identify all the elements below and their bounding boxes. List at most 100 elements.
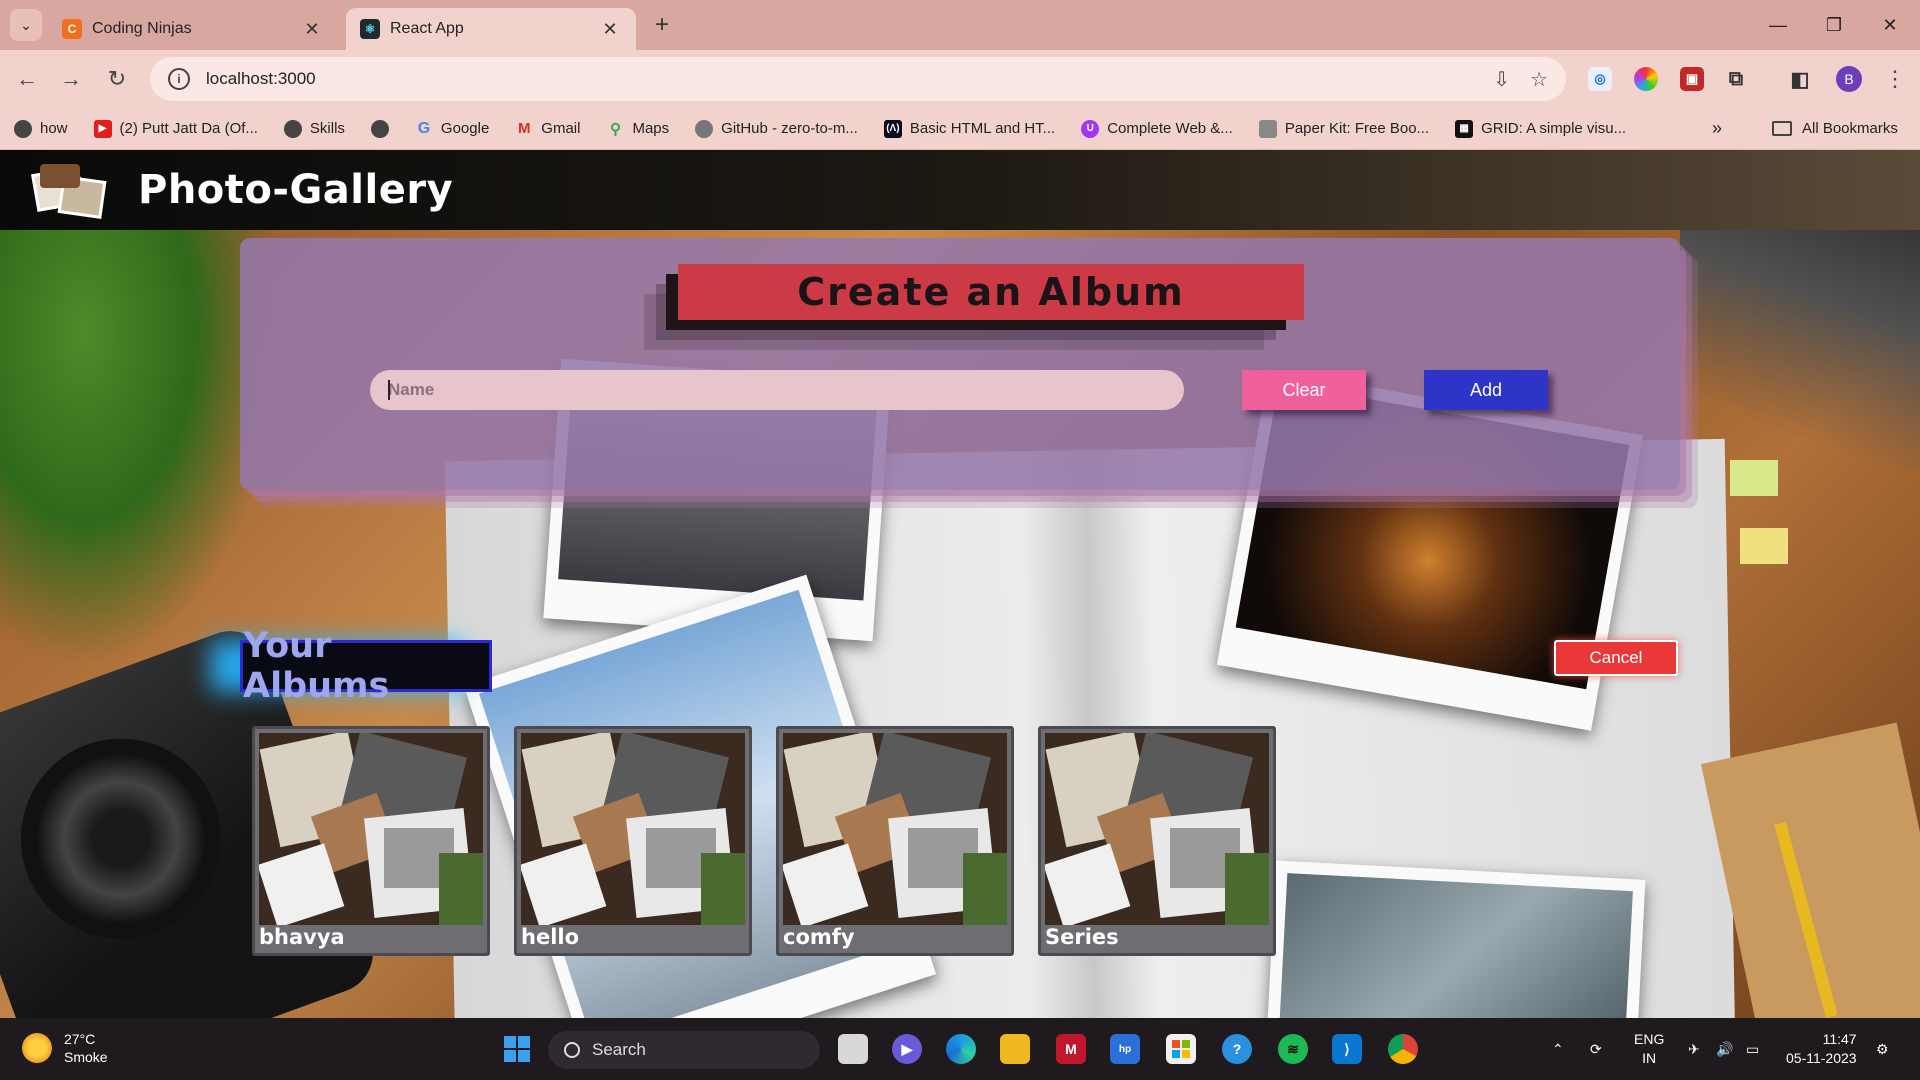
- airplane-icon[interactable]: ✈: [1688, 1018, 1700, 1080]
- create-album-heading-wrap: Create an Album: [644, 264, 1304, 352]
- tab-strip: ⌄ C Coding Ninjas ✕ ⚛ React App ✕ + — ❐ …: [0, 0, 1920, 50]
- freecodecamp-icon: (Λ): [883, 119, 902, 138]
- task-view-icon[interactable]: [838, 1034, 868, 1064]
- bookmark-item[interactable]: ▦ GRID: A simple visu...: [1455, 119, 1627, 138]
- github-icon: [695, 119, 714, 138]
- album-name: Series: [1045, 925, 1119, 949]
- add-button[interactable]: Add: [1424, 370, 1548, 410]
- language-indicator[interactable]: ENG IN: [1634, 1030, 1664, 1068]
- language-line1: ENG: [1634, 1031, 1665, 1047]
- weather-text: 27°C Smoke: [64, 1030, 108, 1066]
- album-card[interactable]: Series: [1038, 726, 1276, 956]
- more-bookmarks-icon[interactable]: »: [1712, 118, 1722, 139]
- bookmark-item[interactable]: [370, 119, 389, 138]
- sync-icon[interactable]: ⟳: [1590, 1018, 1602, 1080]
- minimize-icon[interactable]: —: [1758, 10, 1798, 40]
- bookmark-label: GRID: A simple visu...: [1481, 120, 1627, 137]
- album-card[interactable]: hello: [514, 726, 752, 956]
- teams-chat-icon[interactable]: ▶: [892, 1034, 922, 1064]
- tab-title: React App: [390, 20, 464, 37]
- globe-icon: [370, 119, 389, 138]
- site-info-icon[interactable]: i: [168, 68, 190, 90]
- bookmark-label: GitHub - zero-to-m...: [721, 120, 858, 137]
- album-card[interactable]: bhavya: [252, 726, 490, 956]
- all-bookmarks-button[interactable]: All Bookmarks: [1772, 120, 1898, 137]
- close-icon[interactable]: ✕: [598, 19, 622, 40]
- extensions-puzzle-icon[interactable]: ⧉: [1724, 67, 1748, 91]
- clear-button[interactable]: Clear: [1242, 370, 1366, 410]
- react-favicon-icon: ⚛: [360, 19, 380, 39]
- your-albums-heading-text: Your Albums: [243, 626, 390, 706]
- bookmark-star-icon[interactable]: ☆: [1530, 67, 1548, 92]
- edge-icon[interactable]: [946, 1034, 976, 1064]
- help-icon[interactable]: ?: [1222, 1034, 1252, 1064]
- back-icon[interactable]: ←: [12, 64, 42, 94]
- mcafee-icon[interactable]: M: [1056, 1034, 1086, 1064]
- volume-icon[interactable]: 🔊: [1716, 1018, 1733, 1080]
- side-panel-icon[interactable]: ◧: [1788, 67, 1812, 91]
- forward-icon[interactable]: →: [56, 64, 86, 94]
- your-albums-heading: Your Albums: [240, 626, 492, 706]
- app-title[interactable]: Photo-Gallery: [138, 167, 453, 213]
- extension-icon[interactable]: ▣: [1680, 67, 1704, 91]
- taskbar-search[interactable]: Search: [548, 1031, 820, 1069]
- close-icon[interactable]: ✕: [300, 19, 324, 40]
- album-cover-image[interactable]: [259, 733, 483, 925]
- new-tab-button[interactable]: +: [648, 11, 676, 39]
- menu-kebab-icon[interactable]: ⋮: [1880, 64, 1910, 94]
- grid-icon: ▦: [1455, 119, 1474, 138]
- tab-react-app[interactable]: ⚛ React App ✕: [346, 8, 636, 50]
- album-name-input[interactable]: [370, 370, 1184, 410]
- chrome-icon[interactable]: [1388, 1034, 1418, 1064]
- cancel-button[interactable]: Cancel: [1554, 640, 1678, 676]
- photo-gallery-logo-icon[interactable]: [30, 160, 108, 220]
- bookmark-item[interactable]: (Λ) Basic HTML and HT...: [883, 119, 1055, 138]
- bookmark-item[interactable]: ▶ (2) Putt Jatt Da (Of...: [93, 119, 258, 138]
- microsoft-store-icon[interactable]: [1166, 1034, 1196, 1064]
- tab-title: Coding Ninjas: [92, 20, 192, 37]
- tray-overflow-icon[interactable]: ⌃: [1552, 1018, 1564, 1080]
- album-cover-image[interactable]: [783, 733, 1007, 925]
- reload-icon[interactable]: ↻: [102, 64, 132, 94]
- album-name: hello: [521, 925, 580, 949]
- bookmark-item[interactable]: U Complete Web &...: [1081, 119, 1233, 138]
- album-cover-image[interactable]: [1045, 733, 1269, 925]
- bookmark-item[interactable]: Skills: [283, 119, 345, 138]
- bookmark-item[interactable]: M Gmail: [515, 120, 580, 138]
- file-explorer-icon[interactable]: [1000, 1034, 1030, 1064]
- extension-icon[interactable]: ◎: [1588, 67, 1612, 91]
- notification-icon[interactable]: ⚙: [1876, 1018, 1889, 1080]
- chevron-down-icon: ⌄: [20, 16, 32, 33]
- bookmark-label: Maps: [632, 120, 670, 137]
- album-card[interactable]: comfy: [776, 726, 1014, 956]
- search-label: Search: [592, 1040, 646, 1059]
- weather-widget[interactable]: 27°C Smoke: [22, 1030, 108, 1066]
- avatar[interactable]: B: [1836, 66, 1862, 92]
- maps-icon: ⚲: [609, 120, 621, 138]
- url-text[interactable]: localhost:3000: [206, 69, 1473, 89]
- all-bookmarks-label: All Bookmarks: [1802, 120, 1898, 137]
- color-picker-extension-icon[interactable]: [1634, 67, 1658, 91]
- windows-start-icon[interactable]: [502, 1034, 532, 1064]
- restore-icon[interactable]: ❐: [1814, 10, 1854, 40]
- spotify-icon[interactable]: ≋: [1278, 1034, 1308, 1064]
- youtube-icon: ▶: [93, 119, 112, 138]
- myhp-icon[interactable]: hp: [1110, 1034, 1140, 1064]
- clock-date: 05-11-2023: [1786, 1050, 1857, 1066]
- clock[interactable]: 11:47 05-11-2023: [1786, 1030, 1857, 1068]
- bookmark-item[interactable]: how: [14, 119, 68, 138]
- window-close-icon[interactable]: ✕: [1870, 10, 1910, 40]
- globe-icon: [283, 119, 302, 138]
- album-cover-image[interactable]: [521, 733, 745, 925]
- battery-icon[interactable]: ▭: [1746, 1018, 1759, 1080]
- address-bar[interactable]: i localhost:3000 ⇩ ☆: [150, 57, 1566, 101]
- tab-coding-ninjas[interactable]: C Coding Ninjas ✕: [48, 8, 338, 50]
- bookmark-item[interactable]: ⚲ Maps: [606, 120, 669, 138]
- bookmark-item[interactable]: GitHub - zero-to-m...: [695, 119, 858, 138]
- install-app-icon[interactable]: ⇩: [1493, 67, 1510, 92]
- album-grid: bhavya hello comfy Series: [252, 726, 1300, 956]
- vscode-icon[interactable]: ⟩: [1332, 1034, 1362, 1064]
- bookmark-item[interactable]: Paper Kit: Free Boo...: [1258, 119, 1429, 138]
- tab-search-button[interactable]: ⌄: [10, 9, 42, 41]
- bookmark-item[interactable]: G Google: [415, 120, 490, 138]
